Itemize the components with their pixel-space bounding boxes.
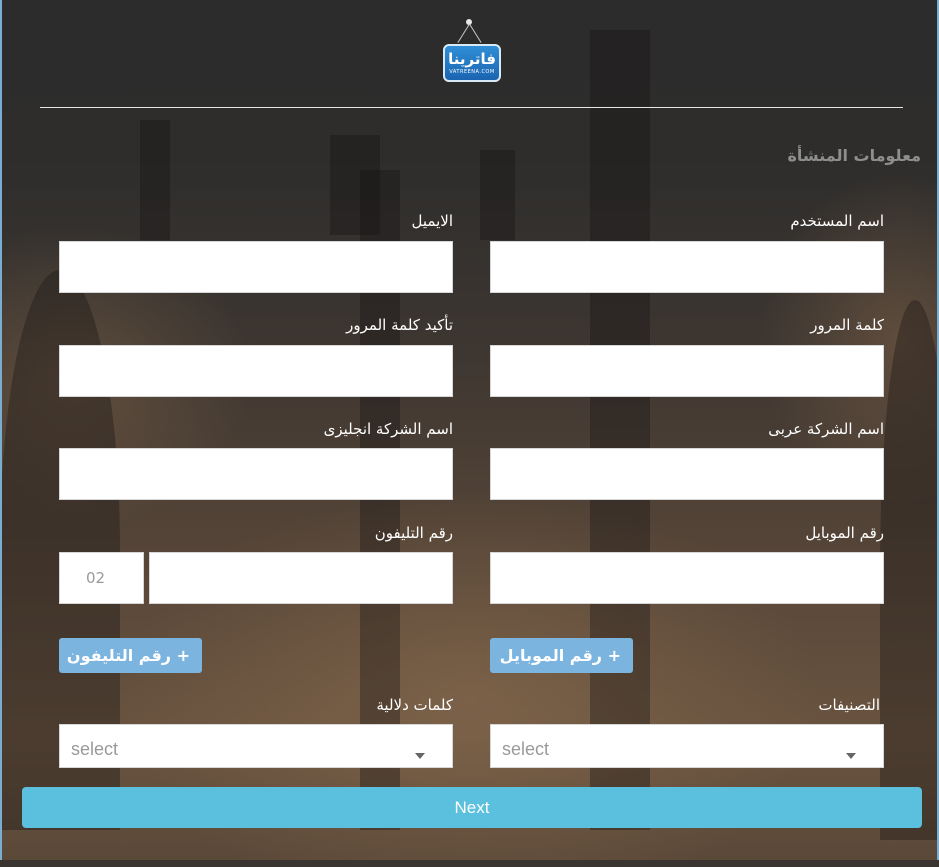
username-field[interactable] bbox=[490, 241, 884, 293]
username-label: اسم المستخدم bbox=[790, 212, 884, 230]
logo-text: فاترينا bbox=[448, 50, 496, 68]
logo-string bbox=[469, 23, 482, 43]
keywords-select-value: select bbox=[71, 739, 119, 759]
password-input[interactable] bbox=[491, 346, 883, 396]
confirm-password-input[interactable] bbox=[60, 346, 452, 396]
username-input[interactable] bbox=[491, 242, 883, 292]
company-en-label: اسم الشركة انجليزى bbox=[323, 420, 453, 438]
logo-string bbox=[457, 23, 470, 43]
company-en-field[interactable] bbox=[59, 448, 453, 500]
email-input[interactable] bbox=[60, 242, 452, 292]
company-ar-input[interactable] bbox=[491, 449, 883, 499]
mobile-field[interactable] bbox=[490, 552, 884, 604]
confirm-password-field[interactable] bbox=[59, 345, 453, 397]
phone-prefix: 02 bbox=[59, 552, 144, 604]
keywords-select[interactable]: select bbox=[59, 724, 453, 768]
chevron-down-icon bbox=[846, 753, 856, 759]
categories-label: التصنيفات bbox=[818, 696, 880, 714]
add-mobile-button[interactable]: + رقم الموبايل bbox=[490, 638, 633, 673]
chevron-down-icon bbox=[415, 753, 425, 759]
email-field[interactable] bbox=[59, 241, 453, 293]
phone-input[interactable] bbox=[150, 553, 452, 603]
next-button[interactable]: Next bbox=[22, 787, 922, 828]
phone-field[interactable] bbox=[149, 552, 453, 604]
confirm-password-label: تأكيد كلمة المرور bbox=[346, 316, 453, 334]
phone-label: رقم التليفون bbox=[374, 524, 453, 542]
add-phone-button[interactable]: + رقم التليفون bbox=[59, 638, 202, 673]
logo: فاترينا VATREENA.COM bbox=[443, 19, 503, 84]
header-divider bbox=[40, 107, 903, 108]
company-ar-field[interactable] bbox=[490, 448, 884, 500]
mobile-input[interactable] bbox=[491, 553, 883, 603]
categories-select[interactable]: select bbox=[490, 724, 884, 768]
logo-badge: فاترينا VATREENA.COM bbox=[443, 44, 501, 82]
categories-select-value: select bbox=[502, 739, 550, 759]
bottom-strip bbox=[0, 860, 939, 867]
keywords-label: كلمات دلالية bbox=[376, 696, 453, 714]
mobile-label: رقم الموبايل bbox=[805, 524, 884, 542]
password-field[interactable] bbox=[490, 345, 884, 397]
email-label: الايميل bbox=[411, 212, 453, 230]
logo-subtext: VATREENA.COM bbox=[449, 69, 495, 75]
password-label: كلمة المرور bbox=[810, 316, 884, 334]
section-title: معلومات المنشأة bbox=[787, 146, 921, 165]
company-ar-label: اسم الشركة عربى bbox=[768, 420, 884, 438]
company-en-input[interactable] bbox=[60, 449, 452, 499]
